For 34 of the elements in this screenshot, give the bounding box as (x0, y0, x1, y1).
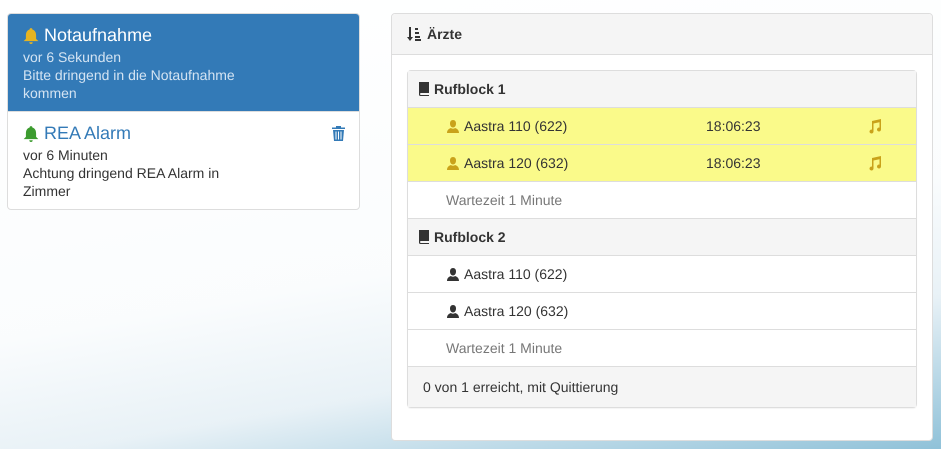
trash-icon[interactable] (332, 126, 345, 140)
status-footer: 0 von 1 erreicht, mit Quittierung (408, 367, 916, 407)
block-title: Rufblock 1 (434, 81, 506, 97)
member-name: Aastra 110 (622) (464, 118, 568, 134)
alert-message: Achtung dringend REA Alarm in Zimmer (23, 164, 220, 200)
alert-title: Notaufnahme (44, 24, 152, 46)
book-icon (418, 82, 430, 96)
person-icon (446, 304, 460, 318)
person-icon (446, 118, 460, 134)
member-name: Aastra 110 (622) (464, 266, 568, 282)
member-row[interactable]: Aastra 120 (632) (408, 293, 916, 330)
alert-time: vor 6 Minuten (23, 146, 109, 164)
alert-item[interactable]: REA Alarm vor 6 Minuten Achtung dringend REA Alarm in Zimmer (8, 111, 359, 209)
block-title: Rufblock 2 (434, 229, 506, 245)
wait-time: Wartezeit 1 Minute (446, 340, 562, 356)
music-note-icon (868, 118, 882, 134)
member-name: Aastra 120 (632) (464, 155, 568, 171)
call-time: 18:06:23 (706, 118, 760, 134)
book-icon (418, 230, 430, 244)
member-row[interactable]: Aastra 120 (632) 18:06:23 (408, 145, 916, 182)
call-time: 18:06:23 (706, 155, 760, 171)
sort-icon (407, 27, 422, 41)
alert-item[interactable]: Notaufnahme vor 6 Sekunden Bitte dringend in die Notaufnahme kommen (8, 14, 359, 111)
person-icon (446, 266, 460, 282)
wait-time: Wartezeit 1 Minute (446, 192, 562, 208)
alert-time: vor 6 Sekunden (23, 48, 122, 66)
member-row[interactable]: Aastra 110 (622) (408, 256, 916, 293)
alert-title: REA Alarm (44, 122, 132, 144)
music-note-icon (868, 156, 882, 170)
member-row[interactable]: Aastra 110 (622) 18:06:23 (408, 108, 916, 145)
panel-title: Ärzte (427, 26, 462, 42)
member-name: Aastra 120 (632) (464, 303, 568, 319)
alert-message: Bitte dringend in die Notaufnahme kommen (23, 66, 236, 102)
person-icon (446, 156, 460, 170)
